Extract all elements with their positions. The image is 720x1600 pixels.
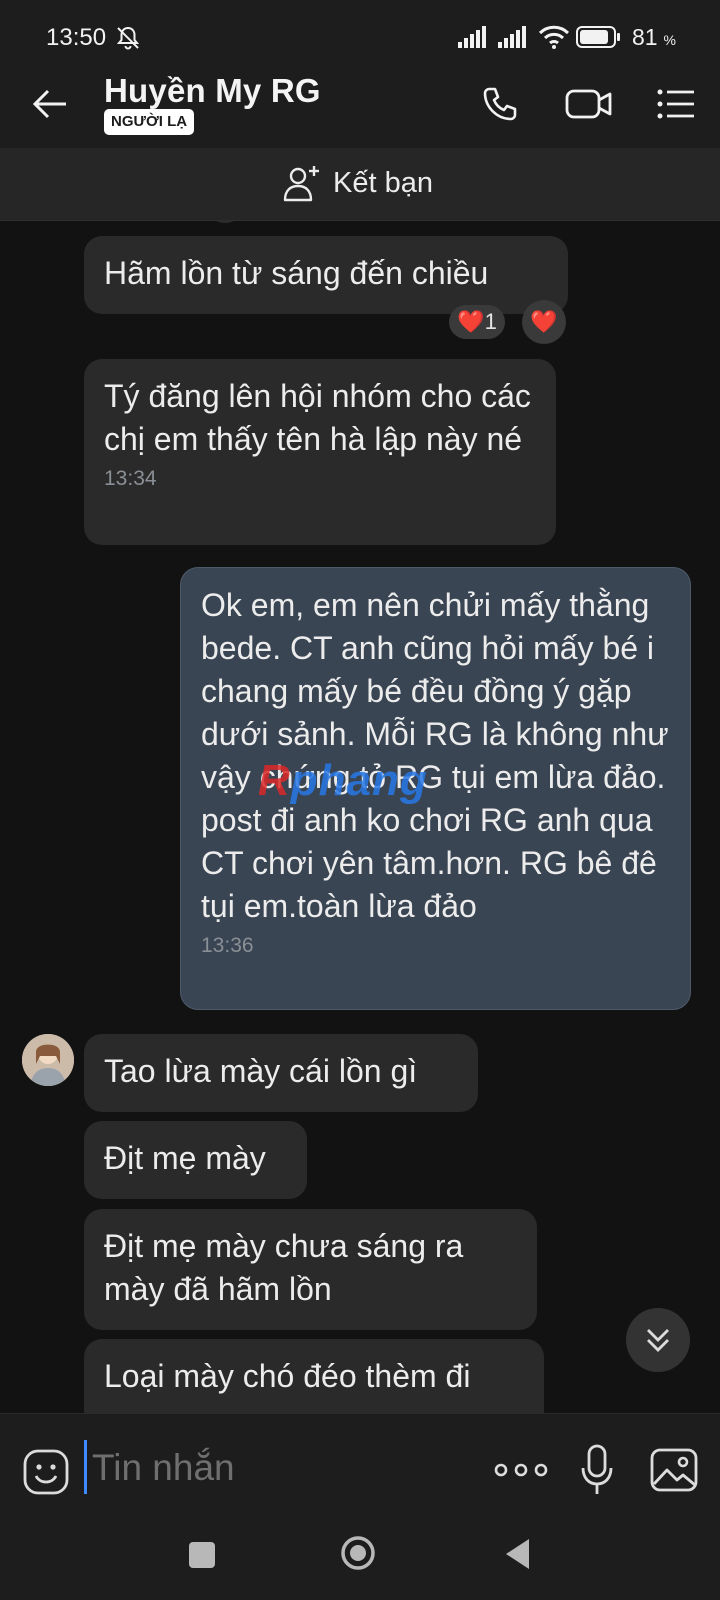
bell-muted-icon [116, 26, 140, 50]
emoji-sticker-icon[interactable] [22, 1448, 70, 1496]
message-text: Hãm lồn từ sáng đến chiều [104, 255, 489, 291]
battery-icon [575, 26, 620, 48]
message-bubble-outgoing[interactable]: Ok em, em nên chửi mấy thằng bede. CT an… [180, 567, 691, 1010]
message-bubble-incoming[interactable]: Địt mẹ mày chưa sáng ra mày đã hãm lồn [84, 1209, 537, 1330]
wifi-icon [538, 25, 570, 49]
heart-icon: ❤️ [457, 309, 485, 334]
signal-icon [497, 26, 526, 48]
message-text: Địt mẹ mày [104, 1140, 266, 1176]
heart-icon: ❤️ [530, 309, 558, 334]
text-caret [84, 1440, 87, 1494]
reaction-badge[interactable]: ❤️ 1 [449, 305, 505, 339]
status-time: 13:50 [46, 24, 107, 51]
stranger-badge: NGƯỜI LẠ [104, 109, 195, 135]
chat-header: Huyền My RG NGƯỜI LẠ [0, 60, 720, 148]
message-bubble-incoming[interactable]: Địt mẹ mày [84, 1121, 307, 1199]
reaction-button[interactable]: ❤️ [522, 300, 566, 344]
status-bar: 13:50 81% [0, 0, 720, 60]
message-bubble-incoming[interactable]: Tý đăng lên hội nhóm cho các chị em thấy… [84, 359, 556, 545]
double-chevron-down-icon [647, 1329, 669, 1352]
home-circle-icon[interactable] [340, 1535, 376, 1571]
message-list[interactable]: Hãm lồn từ sáng đến chiều ❤️ 1 ❤️ Tý đăng… [0, 221, 720, 1413]
reaction-count: 1 [484, 309, 497, 334]
avatar[interactable] [22, 1034, 74, 1086]
message-bubble-incoming[interactable]: Loại mày chó đéo thèm đi [84, 1339, 544, 1413]
microphone-icon[interactable] [580, 1444, 614, 1498]
message-text: Địt mẹ mày chưa sáng ra mày đã hãm lồn [104, 1228, 464, 1307]
add-friend-icon [283, 166, 319, 202]
message-bubble-incoming[interactable]: Tao lừa mày cái lồn gì [84, 1034, 478, 1112]
add-friend-label: Kết bạn [333, 166, 433, 199]
message-text: Ok em, em nên chửi mấy thằng bede. CT an… [201, 587, 669, 924]
add-friend-button[interactable]: Kết bạn [283, 164, 433, 202]
avatar-image [22, 1034, 74, 1086]
recents-square-icon[interactable] [189, 1542, 215, 1568]
message-text: Loại mày chó đéo thèm đi [104, 1358, 471, 1394]
message-input[interactable] [90, 1438, 464, 1498]
signal-icon [457, 26, 486, 48]
message-composer [0, 1413, 720, 1532]
add-friend-bar[interactable]: Kết bạn [0, 148, 720, 221]
partial-reaction-stub [210, 221, 240, 223]
back-arrow-icon[interactable] [30, 84, 70, 124]
scroll-to-bottom-button[interactable] [626, 1308, 690, 1372]
message-time: 13:34 [104, 467, 157, 490]
contact-name[interactable]: Huyền My RG [104, 72, 321, 110]
video-call-icon[interactable] [565, 86, 613, 122]
message-text: Tý đăng lên hội nhóm cho các chị em thấy… [104, 378, 531, 457]
back-triangle-icon[interactable] [503, 1537, 533, 1571]
message-bubble-incoming[interactable]: Hãm lồn từ sáng đến chiều [84, 236, 568, 314]
more-options-icon[interactable] [494, 1460, 548, 1480]
message-text: Tao lừa mày cái lồn gì [104, 1053, 418, 1089]
gallery-icon[interactable] [650, 1448, 698, 1492]
battery-unit: % [663, 32, 676, 48]
message-time: 13:36 [201, 934, 254, 957]
menu-list-icon[interactable] [656, 86, 696, 122]
status-right-icons: 81% [457, 22, 676, 52]
phone-call-icon[interactable] [480, 84, 520, 124]
system-nav-bar [0, 1531, 720, 1600]
battery-level: 81 [631, 23, 658, 50]
